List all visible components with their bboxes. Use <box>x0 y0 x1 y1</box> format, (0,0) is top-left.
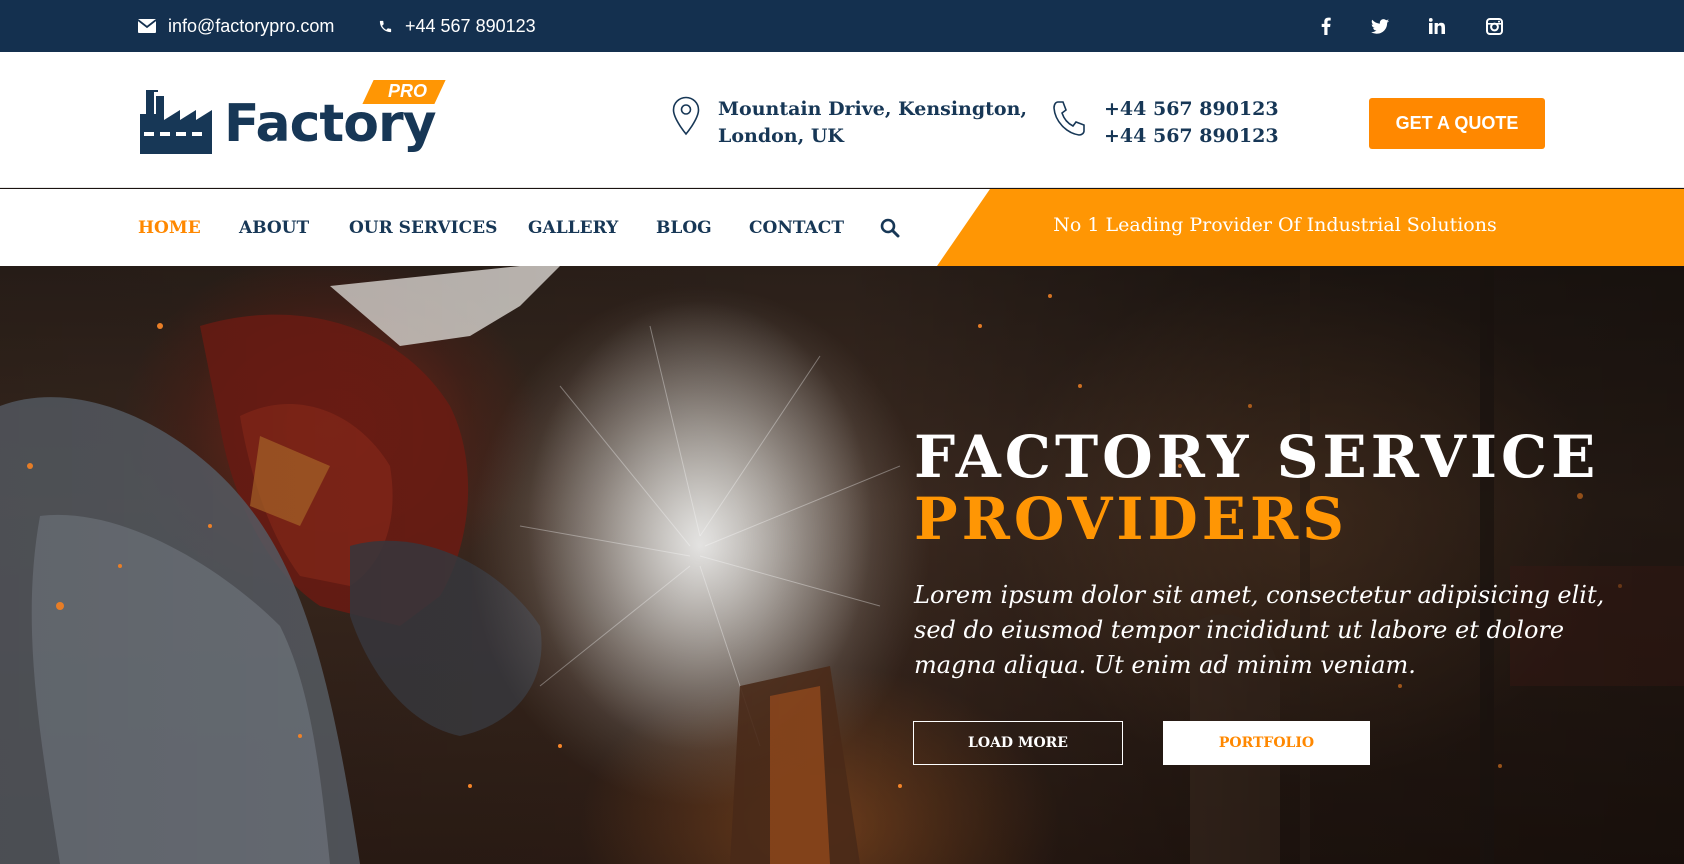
topbar-phone-text: +44 567 890123 <box>405 15 536 36</box>
facebook-icon <box>1321 17 1331 35</box>
logo[interactable]: Factory PRO <box>140 80 446 162</box>
nav-search-button[interactable] <box>880 189 900 266</box>
topbar-email-text: info@factorypro.com <box>168 15 335 36</box>
tagline-text: No 1 Leading Provider Of Industrial Solu… <box>1053 214 1497 236</box>
envelope-icon <box>138 19 156 33</box>
nav-item-about[interactable]: ABOUT <box>239 189 309 266</box>
nav-item-contact[interactable]: CONTACT <box>749 189 844 266</box>
factory-logo-icon <box>140 90 212 154</box>
header-phones: +44 567 890123 +44 567 890123 <box>1052 96 1279 150</box>
phone-icon <box>379 20 392 32</box>
hero-description: Lorem ipsum dolor sit amet, consectetur … <box>914 581 1605 679</box>
twitter-icon <box>1371 18 1389 34</box>
nav-item-blog[interactable]: BLOG <box>656 189 712 266</box>
hero-background-image <box>0 266 1684 864</box>
header-address: Mountain Drive, Kensington, London, UK <box>672 96 1027 150</box>
nav-item-home[interactable]: HOME <box>138 189 201 266</box>
instagram-link[interactable] <box>1476 0 1512 52</box>
twitter-link[interactable] <box>1362 0 1398 52</box>
phone-outline-icon <box>1053 101 1085 136</box>
main-nav: HOME ABOUT OUR SERVICES GALLERY BLOG CON… <box>0 189 1684 266</box>
site-header: Factory PRO Mountain Drive, Kensington, … <box>0 52 1684 188</box>
topbar-phone[interactable]: +44 567 890123 <box>378 0 536 52</box>
instagram-icon <box>1485 17 1503 35</box>
logo-badge-text: PRO <box>388 81 428 101</box>
get-a-quote-button[interactable]: GET A QUOTE <box>1369 98 1545 149</box>
address-line-2: London, UK <box>718 125 844 147</box>
hero-title-line-1: FACTORY SERVICE <box>914 423 1600 491</box>
load-more-button[interactable]: LOAD MORE <box>913 721 1123 765</box>
phone-line-1[interactable]: +44 567 890123 <box>1104 96 1279 123</box>
linkedin-link[interactable] <box>1419 0 1455 52</box>
hero-section: FACTORY SERVICE PROVIDERS Lorem ipsum do… <box>0 266 1684 864</box>
hero-title-line-2: PROVIDERS <box>914 485 1349 553</box>
map-pin-icon <box>672 96 700 136</box>
portfolio-button[interactable]: PORTFOLIO <box>1163 721 1370 765</box>
linkedin-icon <box>1429 18 1445 34</box>
top-bar: info@factorypro.com +44 567 890123 <box>0 0 1684 52</box>
nav-item-gallery[interactable]: GALLERY <box>528 189 618 266</box>
hero-title: FACTORY SERVICE PROVIDERS <box>914 426 1599 550</box>
address-line-1: Mountain Drive, Kensington, <box>718 98 1028 120</box>
nav-item-our-services[interactable]: OUR SERVICES <box>349 189 497 266</box>
topbar-email[interactable]: info@factorypro.com <box>138 0 334 52</box>
search-icon <box>880 218 900 237</box>
phone-line-2[interactable]: +44 567 890123 <box>1104 123 1279 150</box>
facebook-link[interactable] <box>1308 0 1344 52</box>
